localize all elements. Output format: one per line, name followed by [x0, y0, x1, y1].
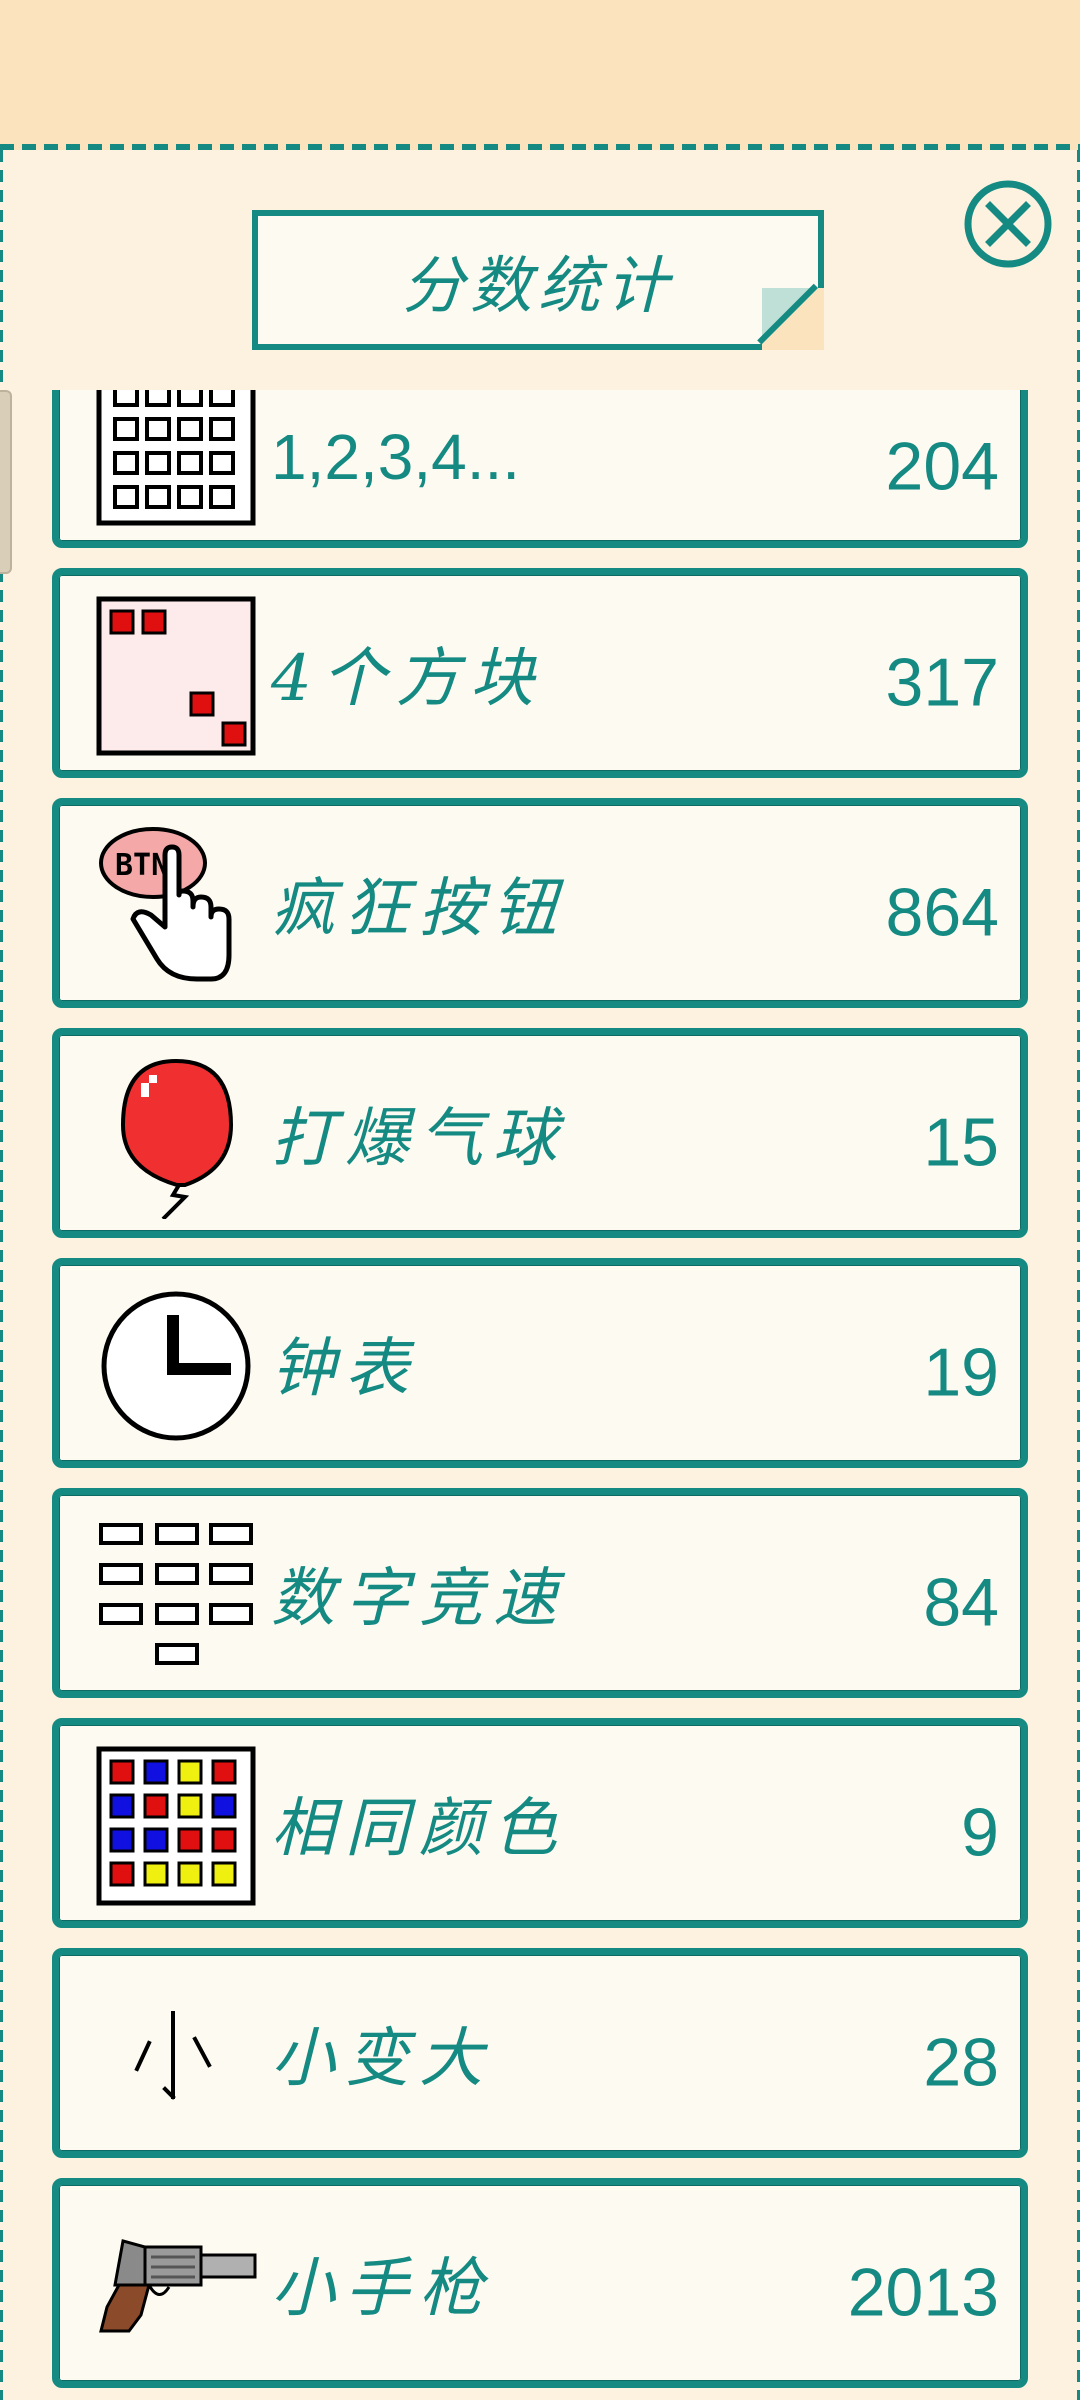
- close-circle-x-icon: [964, 180, 1052, 268]
- game-name: 相同颜色: [271, 1792, 567, 1866]
- number-race-icon: [99, 1523, 253, 1665]
- game-score: 84: [923, 1564, 999, 1641]
- number-grid-icon: [96, 390, 256, 526]
- score-row-four-blocks[interactable]: 4个方块 317: [52, 568, 1028, 778]
- game-name: 4个方块: [271, 642, 544, 716]
- score-row-balloon[interactable]: 打爆气球 15: [52, 1028, 1028, 1238]
- score-row-small-to-big[interactable]: 小变大 28: [52, 1948, 1028, 2158]
- game-name: 数字竞速: [271, 1562, 567, 1636]
- game-score: 15: [923, 1104, 999, 1181]
- scroll-handle[interactable]: [0, 390, 12, 574]
- game-score: 19: [923, 1334, 999, 1411]
- balloon-icon: [120, 1058, 234, 1219]
- game-name: 1,2,3,4...: [271, 421, 521, 493]
- game-score: 204: [885, 428, 999, 505]
- game-score: 2013: [847, 2254, 999, 2331]
- page-title: 分数统计: [401, 249, 674, 322]
- close-button[interactable]: [960, 176, 1056, 272]
- score-row-numbers[interactable]: 1,2,3,4... 204: [52, 390, 1028, 548]
- game-name: 打爆气球: [271, 1102, 567, 1176]
- top-bar: [0, 0, 1080, 146]
- title-banner: 分数统计: [252, 210, 824, 350]
- game-score: 317: [885, 644, 999, 721]
- small-to-big-icon: [134, 2011, 212, 2100]
- game-score: 864: [885, 874, 999, 951]
- svg-text:BTN: BTN: [115, 848, 169, 883]
- game-name: 疯狂按钮: [271, 872, 567, 946]
- revolver-icon: [99, 2239, 257, 2333]
- score-row-number-race[interactable]: 数字竞速 84: [52, 1488, 1028, 1698]
- game-name: 小变大: [271, 2022, 493, 2096]
- game-score: 28: [923, 2024, 999, 2101]
- btn-press-icon: BTN: [99, 827, 232, 982]
- corner-fold: [762, 288, 824, 350]
- clock-icon: [101, 1291, 251, 1441]
- score-row-same-color[interactable]: 相同颜色 9: [52, 1718, 1028, 1928]
- score-row-crazy-button[interactable]: BTN 疯狂按钮 864: [52, 798, 1028, 1008]
- score-row-clock[interactable]: 钟表 19: [52, 1258, 1028, 1468]
- score-row-small-pistol[interactable]: 小手枪 2013: [52, 2178, 1028, 2388]
- four-blocks-icon: [96, 596, 256, 756]
- game-name: 小手枪: [271, 2252, 493, 2326]
- color-grid-icon: [96, 1746, 256, 1906]
- game-score: 9: [961, 1794, 999, 1871]
- game-name: 钟表: [271, 1332, 419, 1406]
- score-list[interactable]: 1,2,3,4... 204 4个方块 317 BTN 疯狂按钮 864 打爆气…: [0, 390, 1080, 2400]
